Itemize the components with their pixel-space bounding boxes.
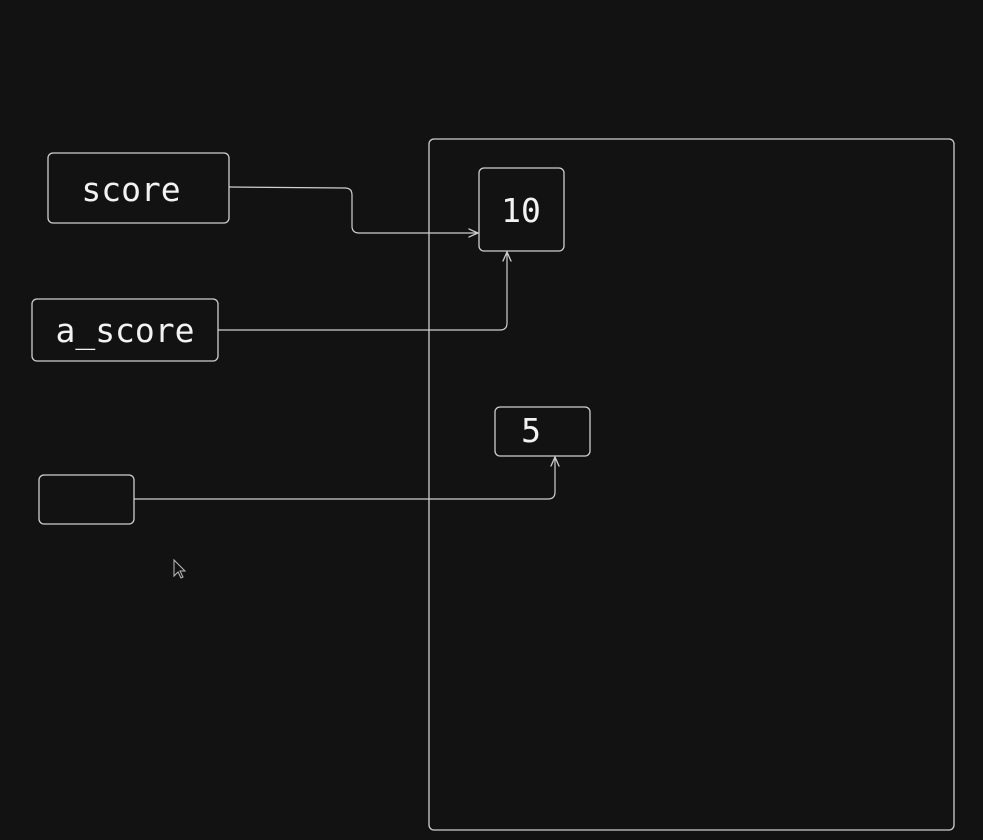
value-label-10: 10 [501, 191, 541, 230]
mouse-pointer-icon [173, 558, 187, 579]
variable-label-a-score: a_score [55, 311, 194, 351]
value-label-5: 5 [521, 411, 541, 450]
value-box-5 [494, 406, 591, 457]
memory-region [428, 138, 955, 831]
reference-arrow-unnamed [134, 457, 555, 500]
variable-box-unnamed [38, 474, 135, 525]
reference-arrow-a-score [218, 252, 507, 331]
variable-label-score: score [81, 170, 180, 209]
diagram-canvas: score a_score 10 5 [0, 0, 983, 840]
memory-diagram: score a_score 10 5 [31, 138, 955, 831]
reference-arrow-score [228, 186, 478, 233]
